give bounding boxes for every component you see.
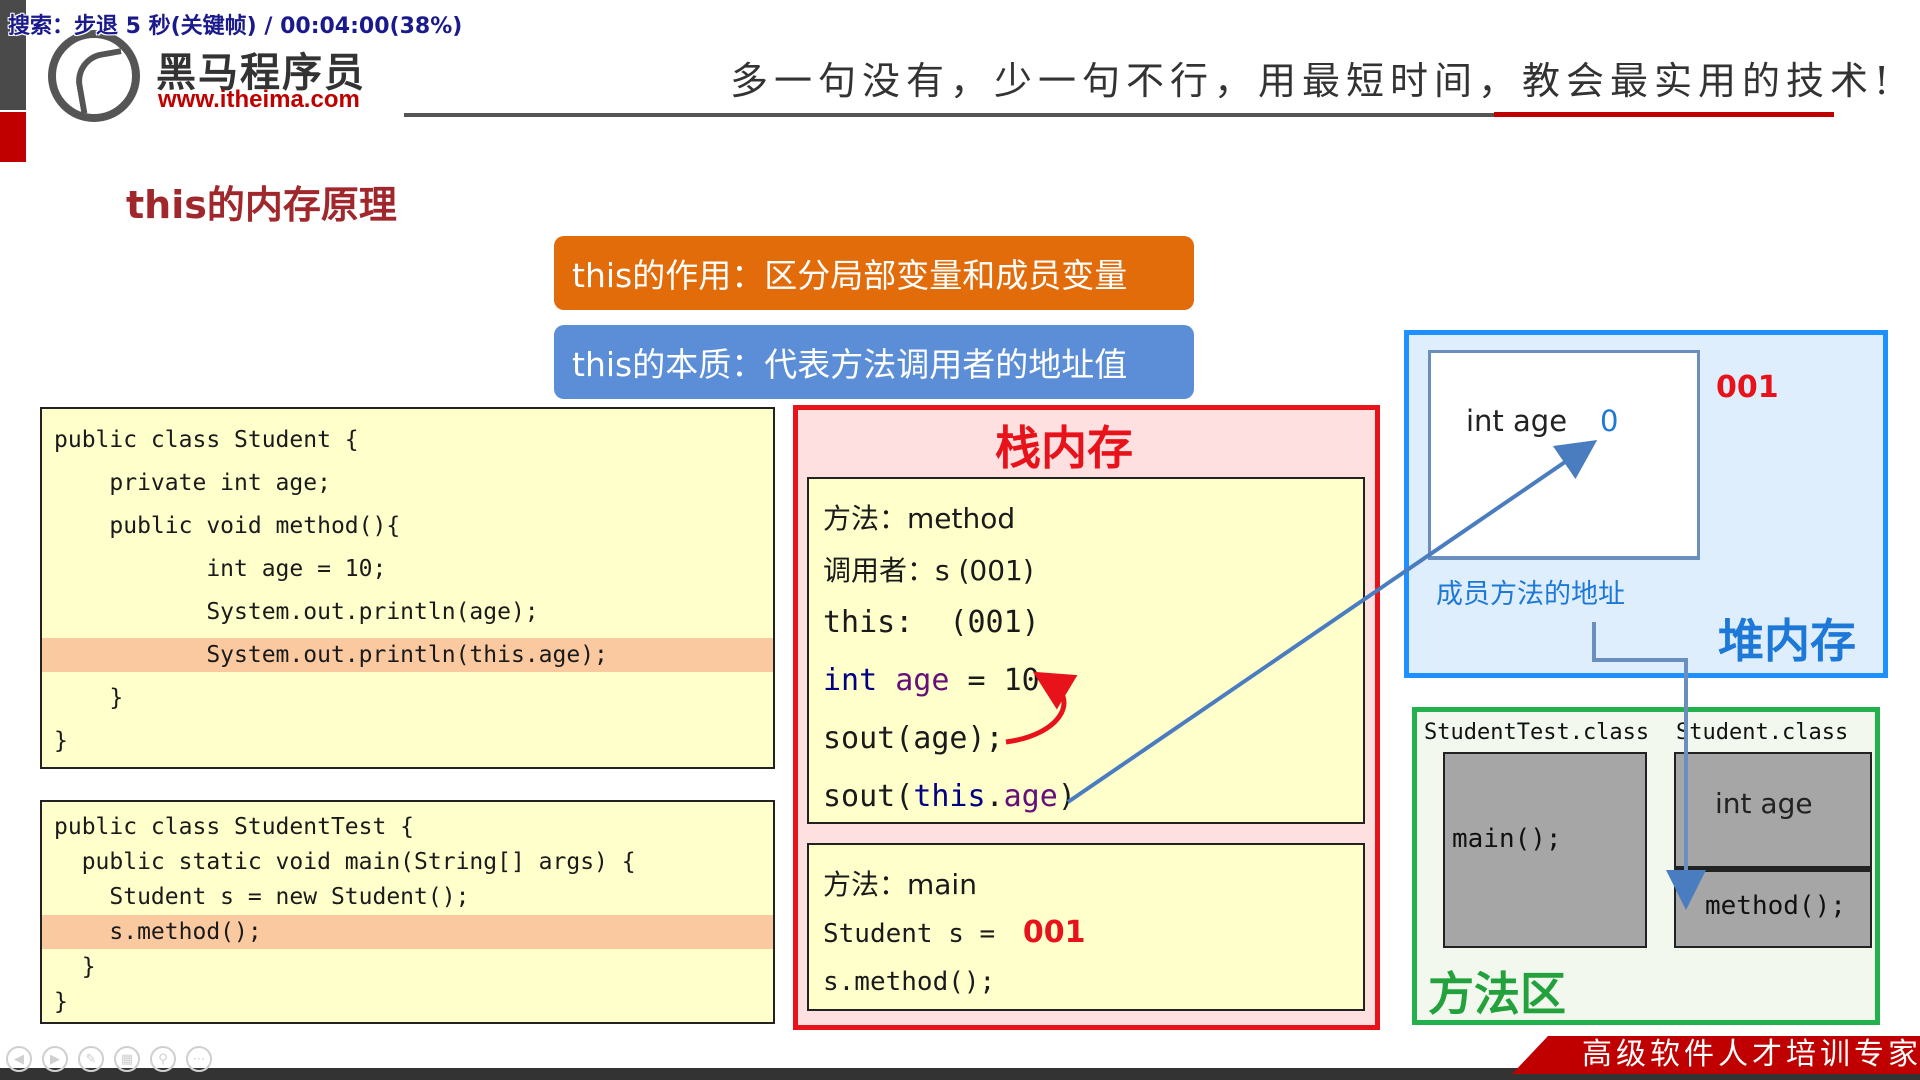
footer-tagline: 高级软件人才培训专家: [1582, 1037, 1920, 1072]
prev-icon[interactable]: ◀: [6, 1046, 32, 1072]
footer-tag-edge: [1512, 1036, 1548, 1074]
next-icon[interactable]: ▶: [42, 1046, 68, 1072]
pen-icon[interactable]: ✎: [78, 1046, 104, 1072]
grid-icon[interactable]: ▦: [114, 1046, 140, 1072]
arrows-layer: [1005, 439, 1706, 910]
zoom-icon[interactable]: ⚲: [150, 1046, 176, 1072]
this-age-arrow: [1066, 439, 1598, 804]
method-address-arrow: [1592, 622, 1706, 910]
more-icon[interactable]: ⋯: [186, 1046, 212, 1072]
local-var-arrow: [1005, 671, 1078, 745]
